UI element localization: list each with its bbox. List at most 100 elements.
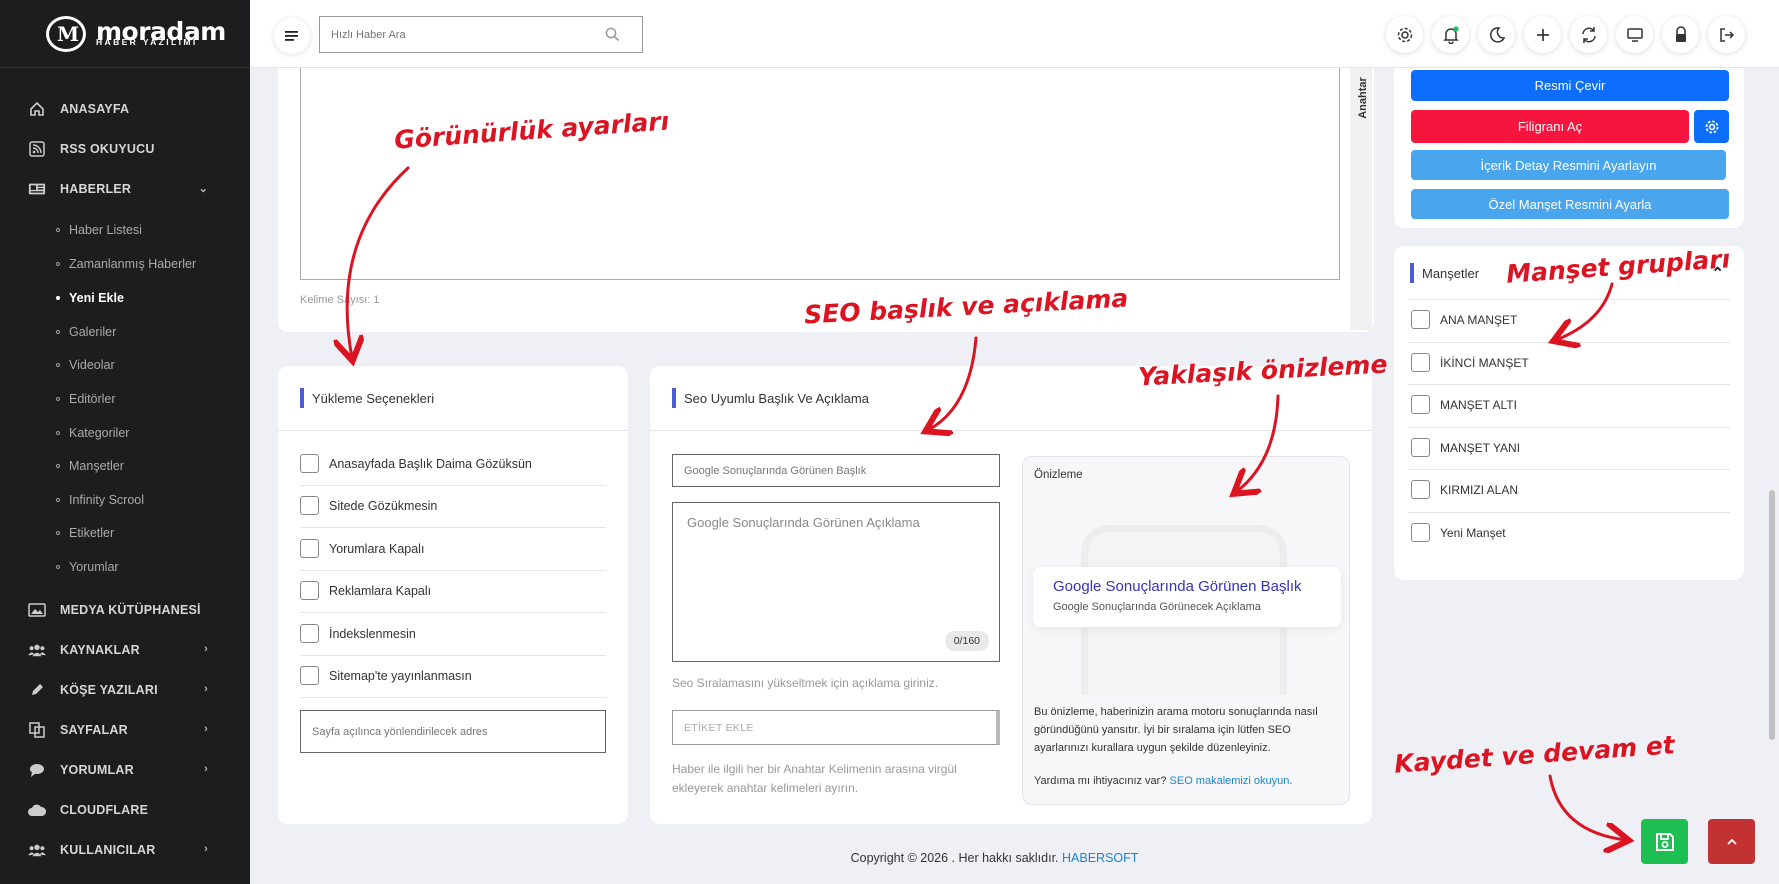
checkbox[interactable]	[1411, 395, 1430, 414]
checkbox[interactable]	[300, 454, 319, 473]
preview-result-title: Google Sonuçlarında Görünen Başlık	[1053, 578, 1302, 595]
gear-icon	[1705, 120, 1718, 133]
headline-group-row[interactable]: MANŞET YANI	[1411, 438, 1520, 457]
page-scrollbar[interactable]	[1769, 490, 1775, 740]
sidebar-item-label: HABERLER	[60, 182, 132, 196]
headline-group-row[interactable]: İKİNCİ MANŞET	[1411, 353, 1529, 372]
option-row[interactable]: Sitede Gözükmesin	[300, 496, 437, 515]
headline-group-label: Yeni Manşet	[1440, 525, 1506, 540]
search-box	[319, 16, 643, 53]
bullet-icon	[56, 565, 60, 569]
lock-button[interactable]	[1662, 16, 1699, 53]
sidebar-item-label: KAYNAKLAR	[60, 643, 140, 657]
divider	[1408, 299, 1730, 300]
checkbox[interactable]	[1411, 310, 1430, 329]
checkbox[interactable]	[1411, 480, 1430, 499]
sidebar-sub-zamanlanmis[interactable]: Zamanlanmış Haberler	[56, 249, 196, 279]
headline-group-row[interactable]: Yeni Manşet	[1411, 523, 1506, 542]
bullet-icon	[56, 464, 60, 468]
option-row[interactable]: İndekslenmesin	[300, 624, 416, 643]
preview-label: Önizleme	[1034, 469, 1083, 481]
sidebar-item-cloudflare[interactable]: CLOUDFLARE	[0, 792, 250, 828]
sidebar-sub-infinity[interactable]: Infinity Scrool	[56, 485, 144, 515]
side-tab-label[interactable]: Anahtar	[1357, 77, 1369, 119]
divider	[650, 430, 1372, 431]
headline-group-row[interactable]: KIRMIZI ALAN	[1411, 480, 1518, 499]
menu-toggle-button[interactable]	[274, 18, 310, 54]
checkbox[interactable]	[1411, 353, 1430, 372]
add-button[interactable]	[1524, 16, 1561, 53]
users-icon	[28, 842, 46, 858]
checkbox[interactable]	[300, 496, 319, 515]
redirect-url-input[interactable]: Sayfa açılınca yönlendirilecek adres	[300, 710, 606, 753]
logo[interactable]: moradam HABER YAZILIMI	[0, 0, 250, 68]
sidebar-item-anasayfa[interactable]: ANASAYFA	[0, 91, 250, 127]
bullet-icon	[56, 228, 60, 232]
sidebar-sub-yorumlar[interactable]: Yorumlar	[56, 552, 119, 582]
checkbox[interactable]	[1411, 438, 1430, 457]
option-row[interactable]: Anasayfada Başlık Daima Gözüksün	[300, 454, 532, 473]
scroll-top-button[interactable]	[1708, 819, 1755, 864]
save-continue-button[interactable]	[1641, 819, 1688, 864]
logo-subtitle: HABER YAZILIMI	[96, 37, 198, 47]
refresh-button[interactable]	[1570, 16, 1607, 53]
search-icon[interactable]	[605, 27, 620, 47]
headline-group-row[interactable]: ANA MANŞET	[1411, 310, 1517, 329]
sidebar-sub-galeriler[interactable]: Galeriler	[56, 317, 116, 347]
monitor-button[interactable]	[1616, 16, 1653, 53]
sidebar-item-label: CLOUDFLARE	[60, 803, 149, 817]
sidebar-item-kose-yazilari[interactable]: KÖŞE YAZILARI ›	[0, 672, 250, 708]
sidebar-sub-editorler[interactable]: Editörler	[56, 384, 116, 414]
sidebar-item-kaynaklar[interactable]: KAYNAKLAR ›	[0, 632, 250, 668]
option-row[interactable]: Yorumlara Kapalı	[300, 539, 424, 558]
sidebar-sub-videolar[interactable]: Videolar	[56, 350, 115, 380]
seo-description-textarea[interactable]: Google Sonuçlarında Görünen Açıklama 0/1…	[672, 502, 1000, 662]
word-count: Kelime Sayısı: 1	[300, 294, 380, 306]
seo-description-placeholder: Google Sonuçlarında Görünen Açıklama	[687, 515, 920, 530]
detail-image-button[interactable]: İçerik Detay Resmini Ayarlayın	[1411, 150, 1726, 180]
dark-mode-button[interactable]	[1478, 16, 1515, 53]
sidebar-item-kullanicilar[interactable]: KULLANICILAR ›	[0, 832, 250, 868]
option-label: Yorumlara Kapalı	[329, 541, 425, 556]
sidebar-sub-yeni-ekle[interactable]: Yeni Ekle	[56, 283, 124, 313]
char-counter: 0/160	[944, 631, 989, 651]
checkbox[interactable]	[300, 666, 319, 685]
checkbox[interactable]	[300, 581, 319, 600]
option-row[interactable]: Reklamlara Kapalı	[300, 581, 431, 600]
sidebar-sub-mansetler[interactable]: Manşetler	[56, 451, 124, 481]
seo-article-link[interactable]: SEO makalemizi okuyun.	[1170, 775, 1293, 787]
option-label: Reklamlara Kapalı	[329, 583, 432, 598]
seo-title-input[interactable]: Google Sonuçlarında Görünen Başlık	[672, 454, 1000, 487]
sidebar-sub-label: Editörler	[69, 392, 116, 406]
sidebar-sub-label: Manşetler	[69, 459, 124, 473]
watermark-button[interactable]: Filigranı Aç	[1411, 110, 1689, 143]
option-row[interactable]: Sitemap'te yayınlanmasın	[300, 666, 472, 685]
settings-button[interactable]	[1386, 16, 1423, 53]
footer-brand-link[interactable]: HABERSOFT	[1062, 851, 1138, 865]
checkbox[interactable]	[300, 624, 319, 643]
sync-icon	[1581, 26, 1596, 43]
rss-icon	[28, 141, 46, 157]
headline-image-button[interactable]: Özel Manşet Resmini Ayarla	[1411, 189, 1729, 219]
sidebar-item-sayfalar[interactable]: SAYFALAR ›	[0, 712, 250, 748]
sidebar-sub-etiketler[interactable]: Etiketler	[56, 518, 114, 548]
sidebar-sub-haber-listesi[interactable]: Haber Listesi	[56, 215, 142, 245]
logout-button[interactable]	[1708, 16, 1745, 53]
notifications-button[interactable]	[1432, 16, 1469, 53]
divider	[1408, 342, 1730, 343]
checkbox[interactable]	[300, 539, 319, 558]
translate-image-button[interactable]: Resmi Çevir	[1411, 70, 1729, 101]
chevron-down-icon: ⌄	[198, 183, 208, 195]
checkbox[interactable]	[1411, 523, 1430, 542]
sidebar-item-yorumlar[interactable]: YORUMLAR ›	[0, 752, 250, 788]
sidebar-item-medya[interactable]: MEDYA KÜTÜPHANESİ	[0, 592, 250, 628]
sidebar-item-rss[interactable]: RSS OKUYUCU	[0, 131, 250, 167]
search-input[interactable]	[320, 17, 590, 52]
tag-input[interactable]: ETİKET EKLE	[672, 710, 1000, 745]
sidebar-sub-kategoriler[interactable]: Kategoriler	[56, 418, 129, 448]
watermark-settings-button[interactable]	[1694, 110, 1729, 143]
editor-area[interactable]	[300, 68, 1340, 280]
sidebar-item-haberler[interactable]: HABERLER ⌄	[0, 171, 250, 207]
option-label: Anasayfada Başlık Daima Gözüksün	[329, 456, 532, 471]
headline-group-row[interactable]: MANŞET ALTI	[1411, 395, 1517, 414]
